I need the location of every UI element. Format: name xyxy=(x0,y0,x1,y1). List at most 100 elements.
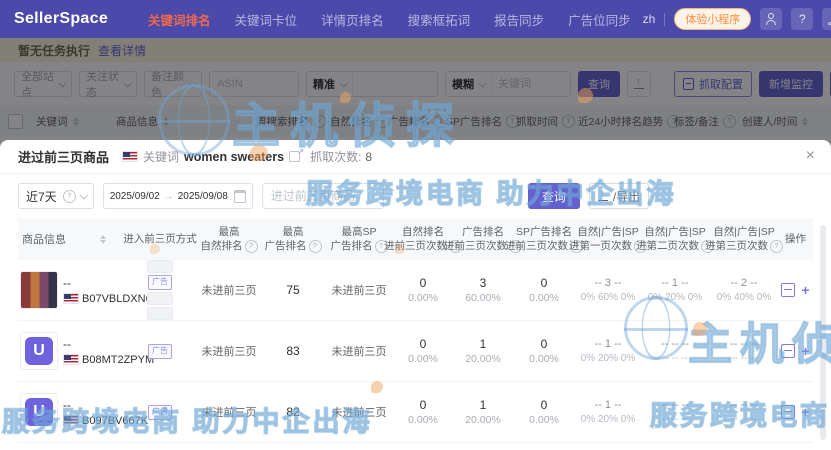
header-page3-count: 自然|广告|SP进第三页次数 xyxy=(710,225,778,253)
max-natural-rank: 未进前三页 xyxy=(202,404,257,420)
page3-count: -- -- -- xyxy=(730,397,758,413)
page2-pct: -- -- -- xyxy=(662,413,688,427)
header-page2-count: 自然|广告|SP进第二页次数 xyxy=(640,225,710,253)
export-icon xyxy=(598,191,608,201)
ad-count: 3 xyxy=(480,275,487,291)
chevron-down-icon xyxy=(79,191,87,199)
nav-ad-slot-sync[interactable]: 广告位同步 xyxy=(568,10,631,29)
external-link-icon[interactable] xyxy=(289,151,300,162)
header-max-sp: 最高SP广告排名 xyxy=(326,225,392,253)
product-image xyxy=(20,271,58,309)
max-natural-rank: 未进前三页 xyxy=(202,282,257,298)
fullscreen-button[interactable] xyxy=(822,8,831,30)
entry-way-cell: 广告 xyxy=(122,405,198,420)
page1-count: -- 3 -- xyxy=(595,275,622,291)
brand-logo: U xyxy=(25,398,53,426)
keyword-value: women sweaters xyxy=(184,150,284,164)
sp-pct: 0.00% xyxy=(529,352,559,366)
page2-pct: 0% 20% 0% xyxy=(648,291,702,305)
sp-pct: 0.00% xyxy=(529,413,559,427)
date-start: 2025/09/02 xyxy=(110,191,160,202)
language-switch[interactable]: zh xyxy=(643,12,656,26)
us-flag-icon xyxy=(63,415,79,426)
calendar-icon xyxy=(234,190,246,203)
add-icon[interactable] xyxy=(801,283,809,297)
page1-pct: 0% 60% 0% xyxy=(581,291,635,305)
modal-table-header: 商品信息 进入前三页方式 最高自然排名 最高广告排名 最高SP广告排名 自然排名… xyxy=(18,218,813,260)
skeleton-chip xyxy=(147,307,173,320)
max-sp-rank: 未进前三页 xyxy=(332,282,387,298)
header-product-info: 商品信息 xyxy=(18,231,122,247)
natural-pct: 0.00% xyxy=(408,413,438,427)
page3-count: -- 2 -- xyxy=(731,275,758,291)
modal-header: 进过前三页商品 关键词 women sweaters 抓取次数: 8 xyxy=(0,140,831,174)
header-actions: 操作 xyxy=(778,232,813,246)
page2-pct: -- -- -- xyxy=(662,352,688,366)
navbar-right: zh 体验小程序 xyxy=(643,8,831,30)
export-button[interactable]: /导出 xyxy=(589,183,649,209)
help-icon xyxy=(799,12,806,26)
product-image: U xyxy=(20,332,58,370)
modal-filter-bar: 近7天 2025/09/02 2025/09/08 查询 /导出 xyxy=(0,174,831,218)
natural-count: 0 xyxy=(420,336,427,352)
ad-count: 1 xyxy=(480,397,487,413)
natural-pct: 0.00% xyxy=(408,291,438,305)
modal-title: 进过前三页商品 xyxy=(18,147,109,166)
top-navbar: SellerSpace 关键词排名 关键词卡位 详情页排名 搜索框拓词 报告同步… xyxy=(0,0,831,38)
entry-way-badge: 广告 xyxy=(148,275,172,290)
help-button[interactable] xyxy=(791,8,813,30)
top3-products-modal: 进过前三页商品 关键词 women sweaters 抓取次数: 8 近7天 2… xyxy=(0,140,831,450)
brand-logo: U xyxy=(25,337,53,365)
modal-close-button[interactable] xyxy=(806,148,815,164)
nav-keyword-slot[interactable]: 关键词卡位 xyxy=(235,10,298,29)
modal-query-button[interactable]: 查询 xyxy=(528,183,580,209)
nav-detail-page-ranking[interactable]: 详情页排名 xyxy=(321,10,384,29)
chart-icon[interactable] xyxy=(781,344,795,358)
date-range-select[interactable]: 近7天 xyxy=(18,183,94,209)
sort-icon[interactable] xyxy=(100,235,106,244)
app-window: SellerSpace 关键词排名 关键词卡位 详情页排名 搜索框拓词 报告同步… xyxy=(0,0,831,450)
table-row: U -- B097BV667K 广告 未进前三页 82 未进前三页 00.00%… xyxy=(18,382,813,443)
date-range-picker[interactable]: 2025/09/02 2025/09/08 xyxy=(103,183,253,209)
entry-way-cell: 广告 xyxy=(122,260,198,320)
product-image: U xyxy=(20,393,58,431)
nav-report-sync[interactable]: 报告同步 xyxy=(494,10,544,29)
max-ad-rank: 75 xyxy=(286,283,299,297)
max-natural-rank: 未进前三页 xyxy=(202,343,257,359)
page2-count: -- 1 -- xyxy=(662,275,689,291)
keyword-label: 关键词 xyxy=(143,148,179,165)
chart-icon[interactable] xyxy=(781,405,795,419)
entry-way-badge: 广告 xyxy=(148,405,172,420)
ad-pct: 60.00% xyxy=(465,291,501,305)
header-ad-count: 广告排名进前三页次数 xyxy=(454,225,512,253)
chart-icon[interactable] xyxy=(781,283,795,297)
arrow-right-icon xyxy=(164,191,174,202)
modal-search-input[interactable] xyxy=(262,183,384,209)
add-icon[interactable] xyxy=(801,344,809,358)
page2-count: -- -- -- xyxy=(661,397,689,413)
info-icon xyxy=(63,190,76,203)
mini-program-button[interactable]: 体验小程序 xyxy=(674,8,751,30)
max-sp-rank: 未进前三页 xyxy=(332,343,387,359)
table-row: -- B07VBLDXN6 广告 未进前三页 75 未进前三页 00.00% 3… xyxy=(18,260,813,321)
crawl-count-label: 抓取次数: xyxy=(310,148,361,165)
page1-pct: 0% 20% 0% xyxy=(581,352,635,366)
sp-count: 0 xyxy=(541,336,548,352)
header-page1-count: 自然|广告|SP进第一页次数 xyxy=(576,225,640,253)
max-sp-rank: 未进前三页 xyxy=(332,404,387,420)
vertical-scrollbar[interactable] xyxy=(820,225,826,440)
ad-count: 1 xyxy=(480,336,487,352)
info-icon xyxy=(309,240,322,253)
max-ad-rank: 83 xyxy=(286,344,299,358)
user-button[interactable] xyxy=(760,8,782,30)
add-icon[interactable] xyxy=(801,405,809,419)
nav-search-box-words[interactable]: 搜索框拓词 xyxy=(408,10,471,29)
entry-way-cell: 广告 xyxy=(122,344,198,359)
nav-keyword-ranking[interactable]: 关键词排名 xyxy=(148,10,211,29)
user-icon xyxy=(765,13,777,25)
sp-count: 0 xyxy=(541,397,548,413)
page3-pct: -- -- -- xyxy=(731,413,757,427)
page1-pct: 0% 20% 0% xyxy=(581,413,635,427)
header-entry-way: 进入前三页方式 xyxy=(122,232,198,246)
date-end: 2025/09/08 xyxy=(178,191,228,202)
